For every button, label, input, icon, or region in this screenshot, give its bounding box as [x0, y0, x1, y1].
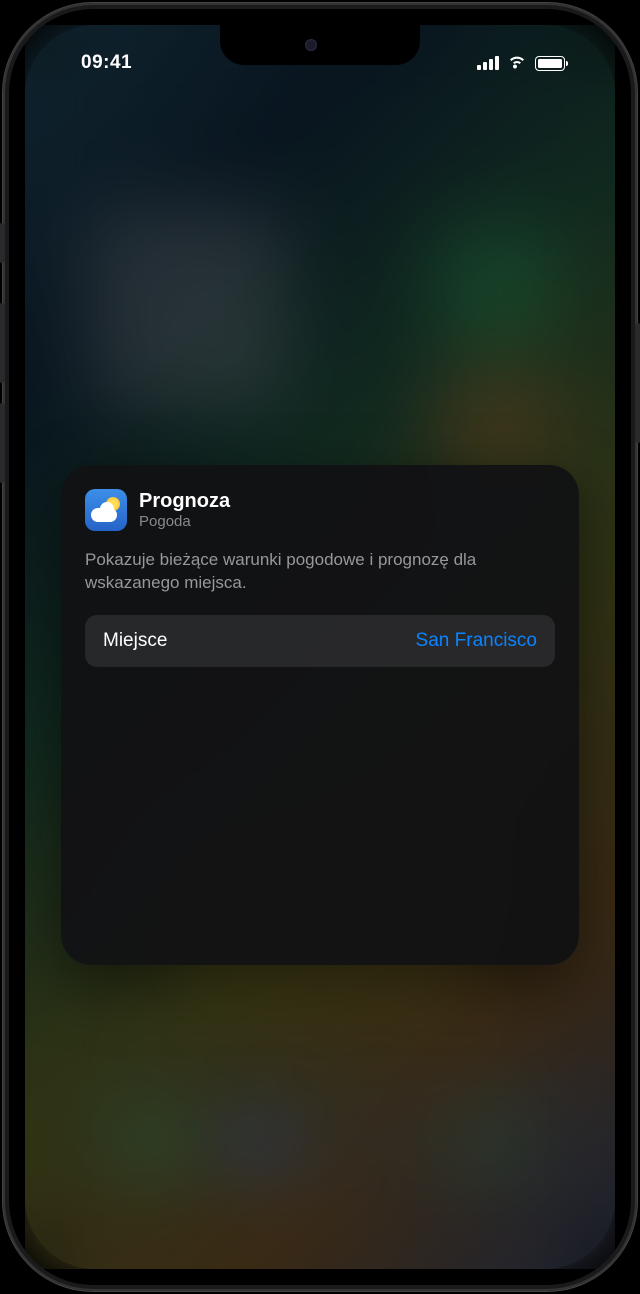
cellular-signal-icon: [477, 56, 499, 70]
volume-down-button: [0, 403, 5, 483]
mute-switch: [0, 223, 5, 263]
power-button: [635, 323, 640, 443]
widget-app-name: Pogoda: [139, 513, 230, 531]
location-setting-row[interactable]: Miejsce San Francisco: [85, 615, 555, 667]
widget-header: Prognoza Pogoda: [85, 489, 555, 531]
widget-description: Pokazuje bieżące warunki pogodowe i prog…: [85, 549, 555, 595]
status-time: 09:41: [81, 52, 132, 74]
battery-icon: [535, 56, 565, 71]
front-camera: [305, 39, 317, 51]
setting-value: San Francisco: [416, 630, 537, 652]
setting-label: Miejsce: [103, 630, 167, 652]
phone-frame: 09:41: [3, 3, 637, 1291]
wifi-icon: [507, 53, 527, 74]
volume-up-button: [0, 303, 5, 383]
status-icons: [477, 53, 565, 74]
weather-app-icon: [85, 489, 127, 531]
notch: [220, 25, 420, 65]
widget-edit-sheet: Prognoza Pogoda Pokazuje bieżące warunki…: [61, 465, 579, 965]
widget-title: Prognoza: [139, 489, 230, 513]
phone-screen: 09:41: [25, 25, 615, 1269]
